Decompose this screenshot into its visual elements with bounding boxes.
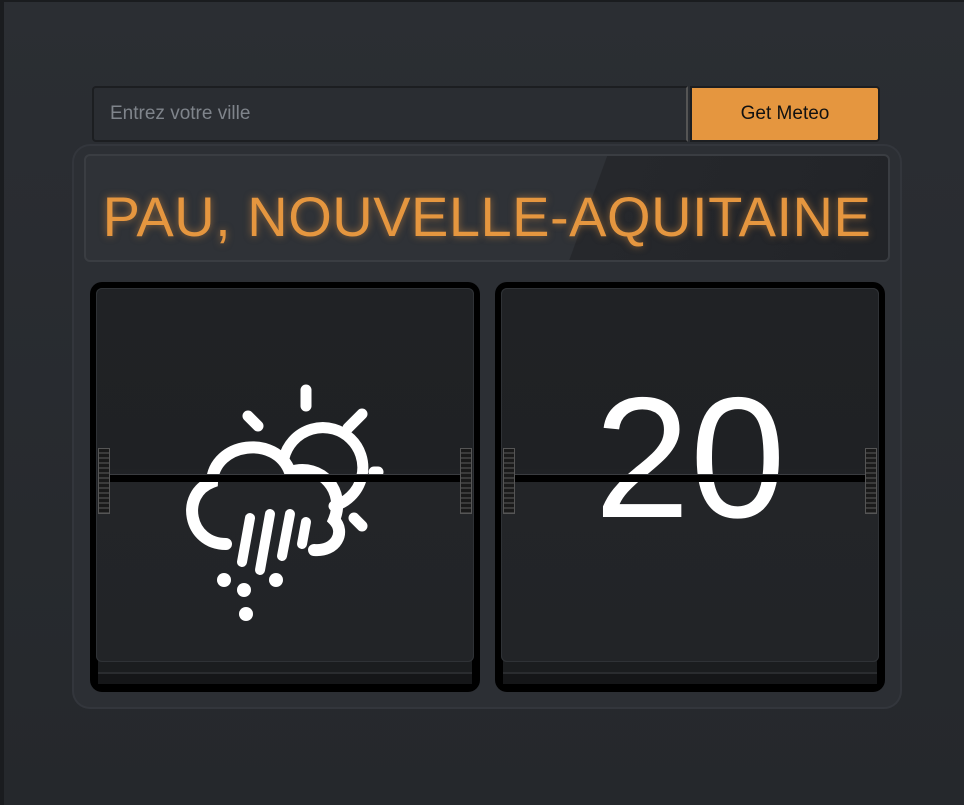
sun-cloud-rain-icon [186,384,384,621]
location-title: PAU, NOUVELLE-AQUITAINE [102,185,872,248]
hinge-left [98,448,110,514]
flap-stack-back [98,674,472,684]
flap-stack-mid [98,660,472,674]
hinge-right [460,448,472,514]
flap-hinge-line [102,474,468,482]
temperature-value: 20 [594,362,786,554]
temperature-flap: 20 [495,282,885,692]
flap-stack-back [503,674,877,684]
location-display: PAU, NOUVELLE-AQUITAINE [84,154,890,262]
flap-stack-mid [503,660,877,674]
hinge-right [865,448,877,514]
flap-card: 20 [501,288,879,662]
search-bar: Get Meteo [92,86,882,144]
hinge-left [503,448,515,514]
flap-hinge-line [507,474,873,482]
get-meteo-button[interactable]: Get Meteo [690,86,880,142]
weather-icon-flap [90,282,480,692]
weather-panel: PAU, NOUVELLE-AQUITAINE 20 [72,144,902,709]
flap-card [96,288,474,662]
city-search-input[interactable] [92,86,688,142]
